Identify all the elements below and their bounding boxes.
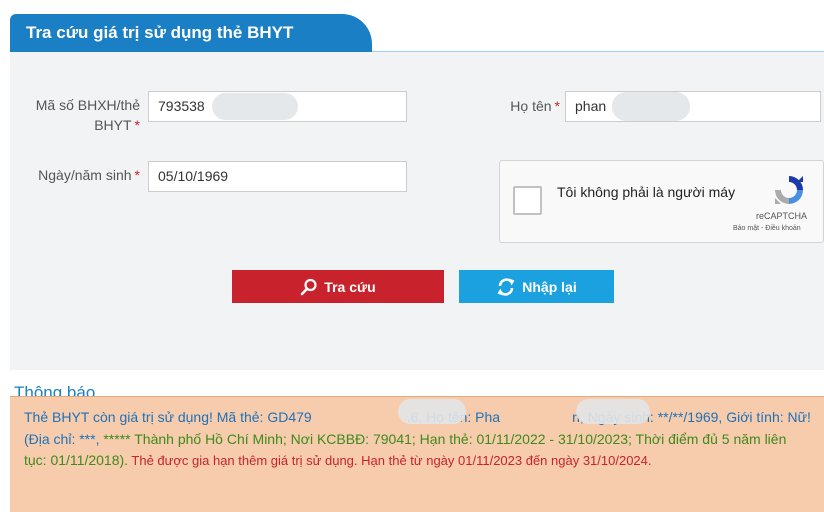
recaptcha-text: Tôi không phải là người máy xyxy=(557,184,736,200)
name-label-text: Họ tên xyxy=(510,98,552,114)
page-title: Tra cứu giá trị sử dụng thẻ BHYT xyxy=(10,14,372,52)
recaptcha-links[interactable]: Bảo mật - Điều khoản xyxy=(733,225,801,232)
required-mark: * xyxy=(134,167,140,183)
full-name-field[interactable]: phan xyxy=(565,91,821,122)
bhxh-number-value: 793538 xyxy=(158,98,205,114)
full-name-value: phan xyxy=(575,98,607,114)
notice-text-part5: Thẻ được gia hạn thêm giá trị sử dụng. H… xyxy=(128,453,652,468)
redaction-blur xyxy=(212,93,298,120)
redaction-blur xyxy=(576,399,650,424)
search-button-label: Tra cứu xyxy=(324,278,376,295)
dob-label: Ngày/năm sinh * xyxy=(14,165,140,185)
name-label: Họ tên * xyxy=(470,96,560,116)
refresh-icon xyxy=(497,277,515,296)
reset-button[interactable]: Nhập lại xyxy=(459,270,614,303)
redaction-blur xyxy=(612,92,690,121)
search-button[interactable]: Tra cứu xyxy=(232,270,444,303)
notice-text-part1: Thẻ BHYT còn giá trị sử dụng! Mã thẻ: GD… xyxy=(24,409,312,425)
bhxh-label-line2: BHYT xyxy=(94,117,132,133)
required-mark: * xyxy=(134,117,140,133)
recaptcha-checkbox[interactable] xyxy=(513,186,542,215)
bhxh-label: Mã số BHXH/thẻ BHYT * xyxy=(14,95,140,135)
recaptcha-logo-icon xyxy=(775,176,803,204)
recaptcha-widget: Tôi không phải là người máy reCAPTCHA Bả… xyxy=(499,160,824,243)
date-of-birth-value: 05/10/1969 xyxy=(158,168,229,184)
reset-button-label: Nhập lại xyxy=(522,278,577,295)
redaction-blur xyxy=(398,399,466,424)
notice-title-row xyxy=(10,370,824,396)
required-mark: * xyxy=(554,98,560,114)
recaptcha-brand: reCAPTCHA xyxy=(756,211,808,221)
date-of-birth-field[interactable]: 05/10/1969 xyxy=(148,161,407,192)
search-icon xyxy=(300,278,317,295)
dob-label-text: Ngày/năm sinh xyxy=(38,167,132,183)
bhxh-label-line1: Mã số BHXH/thẻ xyxy=(35,97,140,113)
